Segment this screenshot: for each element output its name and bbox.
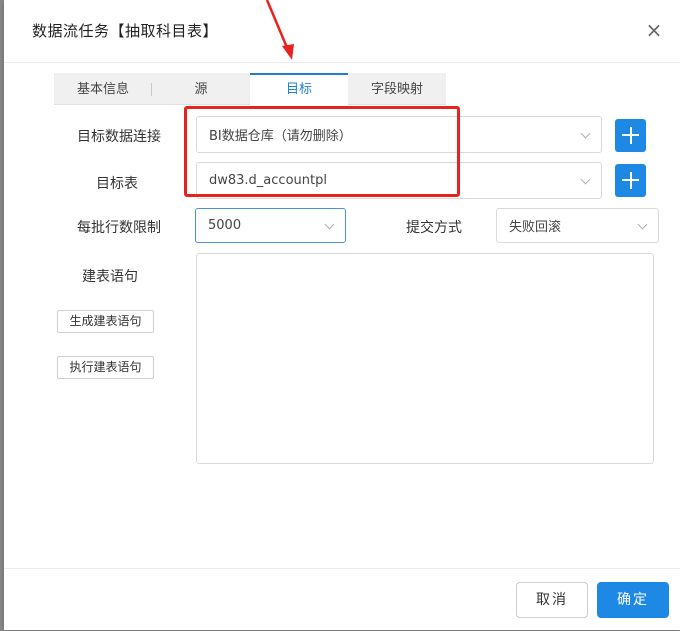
chevron-down-icon [580, 128, 591, 138]
target-connection-value: BI数据仓库（请勿删除） [209, 129, 352, 144]
batch-limit-select[interactable]: 5000 [195, 208, 346, 243]
tab-label: 目标 [285, 82, 312, 97]
batch-limit-value: 5000 [208, 218, 242, 233]
dialog-footer: 取消 确定 [4, 568, 680, 631]
tab-label: 字段映射 [370, 82, 423, 97]
add-connection-button[interactable] [615, 119, 646, 152]
commit-mode-value: 失败回滚 [509, 220, 562, 235]
target-connection-label: 目标数据连接 [77, 129, 161, 145]
target-connection-select[interactable]: BI数据仓库（请勿删除） [196, 116, 602, 153]
tab-field-mapping[interactable]: 字段映射 [348, 73, 446, 104]
tab-basic-info[interactable]: 基本信息 [54, 73, 152, 104]
target-table-label: 目标表 [96, 176, 138, 192]
chevron-down-icon [580, 174, 591, 184]
chevron-down-icon [637, 219, 648, 229]
target-table-value: dw83.d_accountpl [209, 173, 327, 188]
dialog-title: 数据流任务【抽取科目表】 [32, 22, 219, 40]
ddl-textarea[interactable] [196, 253, 654, 464]
commit-mode-label: 提交方式 [406, 220, 462, 236]
cancel-button[interactable]: 取消 [516, 582, 588, 618]
ddl-label: 建表语句 [82, 269, 138, 285]
close-icon[interactable]: × [644, 20, 664, 40]
target-table-select[interactable]: dw83.d_accountpl [196, 162, 602, 199]
add-table-button[interactable] [615, 164, 646, 197]
tab-label: 源 [194, 82, 208, 97]
execute-ddl-button[interactable]: 执行建表语句 [57, 356, 154, 379]
tab-bar: 基本信息 源 目标 字段映射 [54, 73, 446, 106]
tab-target[interactable]: 目标 [250, 73, 348, 106]
dialog-header: 数据流任务【抽取科目表】 × [4, 0, 680, 63]
generate-ddl-button[interactable]: 生成建表语句 [57, 310, 154, 333]
chevron-down-icon [324, 219, 335, 229]
tab-label: 基本信息 [76, 82, 129, 97]
confirm-button[interactable]: 确定 [597, 582, 669, 618]
batch-limit-label: 每批行数限制 [77, 220, 161, 236]
commit-mode-select[interactable]: 失败回滚 [496, 208, 659, 243]
tab-source[interactable]: 源 [152, 73, 250, 104]
dialog: 数据流任务【抽取科目表】 × 基本信息 源 目标 字段映射 目标数据连接 BI数… [4, 0, 680, 630]
